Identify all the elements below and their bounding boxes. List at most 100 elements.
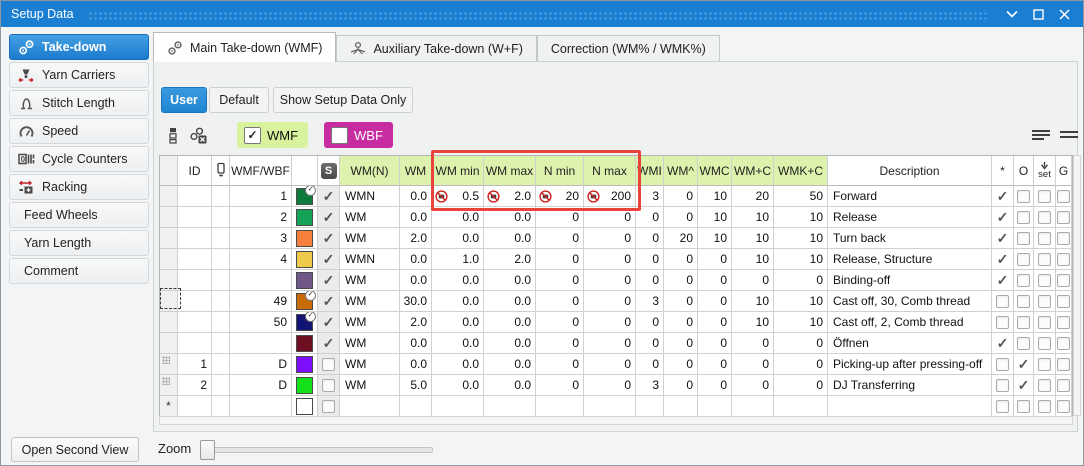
sidebar-item-yarn-carriers[interactable]: Yarn Carriers xyxy=(9,62,149,88)
checkbox[interactable] xyxy=(1057,400,1070,413)
cell-wmc[interactable]: 0 xyxy=(698,375,732,396)
cell-rh[interactable] xyxy=(160,291,178,312)
cell-wmc[interactable]: 10 xyxy=(698,207,732,228)
col-header-wm_up[interactable]: WM^ xyxy=(664,156,698,186)
cell-n_max[interactable]: 0 xyxy=(584,333,636,354)
cell-wm_max[interactable]: 0.0 xyxy=(484,312,536,333)
cell-wm_up[interactable]: 20 xyxy=(664,228,698,249)
cell-n_max[interactable] xyxy=(584,396,636,417)
cell-wm_up[interactable]: 0 xyxy=(664,186,698,207)
cell-wmc[interactable]: 0 xyxy=(698,291,732,312)
cell-rh[interactable] xyxy=(160,270,178,291)
cell-o[interactable]: ✓ xyxy=(1014,375,1034,396)
sidebar-item-feed-wheels[interactable]: Feed Wheels xyxy=(9,202,149,228)
checkbox[interactable] xyxy=(1017,337,1030,350)
cell-marker[interactable] xyxy=(212,228,230,249)
cell-swatch[interactable] xyxy=(292,354,318,375)
cell-wm[interactable]: 5.0 xyxy=(400,375,432,396)
sidebar-item-cycle-counters[interactable]: 0 Cycle Counters xyxy=(9,146,149,172)
sidebar-item-yarn-length[interactable]: Yarn Length xyxy=(9,230,149,256)
col-header-s[interactable]: S xyxy=(318,156,340,186)
cell-id[interactable] xyxy=(178,270,212,291)
cell-wmk_c[interactable]: 10 xyxy=(774,207,828,228)
cell-wm_up[interactable]: 0 xyxy=(664,291,698,312)
cell-wmn[interactable] xyxy=(340,396,400,417)
cell-wmc[interactable]: 0 xyxy=(698,333,732,354)
cell-wm_max[interactable]: 0.0 xyxy=(484,354,536,375)
cell-wmi[interactable]: 0 xyxy=(636,333,664,354)
cell-star[interactable]: ✓ xyxy=(992,186,1014,207)
checkbox[interactable] xyxy=(322,379,335,392)
cell-n_min[interactable]: 0 xyxy=(536,270,584,291)
cell-g[interactable] xyxy=(1056,396,1072,417)
cell-wm_min[interactable]: 0.0 xyxy=(432,207,484,228)
cell-n_min[interactable] xyxy=(536,396,584,417)
cell-wmfwbf[interactable]: 50 xyxy=(230,312,292,333)
cell-wm_c[interactable]: 20 xyxy=(732,186,774,207)
wbf-filter-chip[interactable]: WBF xyxy=(324,122,393,148)
cell-wmk_c[interactable]: 10 xyxy=(774,228,828,249)
cell-wmfwbf[interactable]: D xyxy=(230,375,292,396)
cell-star[interactable] xyxy=(992,354,1014,375)
cell-desc[interactable]: Öffnen xyxy=(828,333,992,354)
cell-wm_c[interactable]: 10 xyxy=(732,207,774,228)
cell-wm_up[interactable]: 0 xyxy=(664,375,698,396)
cell-wm_c[interactable]: 0 xyxy=(732,375,774,396)
color-swatch[interactable] xyxy=(296,209,313,226)
cell-wm_min[interactable]: 1.0 xyxy=(432,249,484,270)
cell-marker[interactable] xyxy=(212,396,230,417)
color-swatch[interactable] xyxy=(296,335,313,352)
col-header-wmi[interactable]: WMI xyxy=(636,156,664,186)
cell-star[interactable]: ✓ xyxy=(992,207,1014,228)
cell-wmk_c[interactable]: 10 xyxy=(774,291,828,312)
cell-wm_up[interactable]: 0 xyxy=(664,270,698,291)
sidebar-item-comment[interactable]: Comment xyxy=(9,258,149,284)
cell-wm[interactable]: 0.0 xyxy=(400,207,432,228)
cell-wm_min[interactable]: 0.0 xyxy=(432,228,484,249)
cell-wm_min[interactable]: 0.0 xyxy=(432,291,484,312)
cell-id[interactable] xyxy=(178,186,212,207)
cell-wmk_c[interactable]: 10 xyxy=(774,249,828,270)
cell-g[interactable] xyxy=(1056,186,1072,207)
color-swatch[interactable] xyxy=(296,251,313,268)
checkbox[interactable] xyxy=(996,400,1009,413)
horizontal-scrollbar[interactable] xyxy=(159,416,1073,425)
cell-wm_c[interactable] xyxy=(732,396,774,417)
cell-id[interactable] xyxy=(178,291,212,312)
cell-set[interactable] xyxy=(1034,270,1056,291)
checkbox[interactable] xyxy=(1038,211,1051,224)
cell-swatch[interactable]: ✓ xyxy=(292,312,318,333)
cell-set[interactable] xyxy=(1034,228,1056,249)
checkbox[interactable] xyxy=(1038,232,1051,245)
sidebar-item-racking[interactable]: Racking xyxy=(9,174,149,200)
cell-wmfwbf[interactable]: 4 xyxy=(230,249,292,270)
cell-wmn[interactable]: WM xyxy=(340,291,400,312)
cell-swatch[interactable] xyxy=(292,270,318,291)
cell-wm_up[interactable]: 0 xyxy=(664,207,698,228)
cell-o[interactable] xyxy=(1014,249,1034,270)
cell-marker[interactable] xyxy=(212,354,230,375)
checkbox[interactable] xyxy=(1057,232,1070,245)
cell-g[interactable] xyxy=(1056,228,1072,249)
cell-wmn[interactable]: WM xyxy=(340,354,400,375)
cell-star[interactable]: ✓ xyxy=(992,333,1014,354)
cell-rh[interactable] xyxy=(160,354,178,375)
cell-wmi[interactable] xyxy=(636,396,664,417)
cell-desc[interactable]: Release, Structure xyxy=(828,249,992,270)
cell-n_max[interactable]: 0 xyxy=(584,354,636,375)
cell-wmi[interactable]: 0 xyxy=(636,354,664,375)
cell-star[interactable] xyxy=(992,375,1014,396)
cell-s[interactable] xyxy=(318,375,340,396)
checkbox[interactable] xyxy=(1038,274,1051,287)
cell-wmc[interactable]: 0 xyxy=(698,249,732,270)
show-setup-data-only-button[interactable]: Show Setup Data Only xyxy=(273,87,413,113)
close-icon[interactable] xyxy=(1053,5,1075,23)
cell-wmfwbf[interactable]: 2 xyxy=(230,207,292,228)
checkbox[interactable] xyxy=(1038,358,1051,371)
wbf-checkbox[interactable] xyxy=(331,127,348,144)
cell-star[interactable] xyxy=(992,291,1014,312)
cell-wm[interactable] xyxy=(400,396,432,417)
cell-wmn[interactable]: WM xyxy=(340,207,400,228)
cell-s[interactable] xyxy=(318,396,340,417)
checkbox[interactable] xyxy=(1038,253,1051,266)
